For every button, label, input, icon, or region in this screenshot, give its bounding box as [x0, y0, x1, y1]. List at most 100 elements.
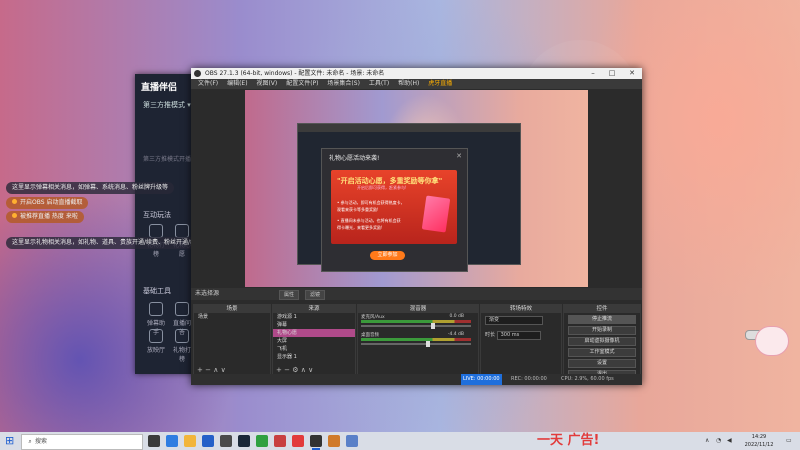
task-view-icon[interactable] [148, 435, 160, 447]
app-taskbar-icon[interactable] [346, 435, 358, 447]
source-toolbar: 未选择源 属性 滤镜 [191, 288, 642, 300]
virtual-camera-button[interactable]: 启动虚拟摄像机 [568, 337, 636, 346]
obs-logo-icon [194, 70, 201, 77]
taskbar-ad-banner[interactable]: 一天 广告! [537, 432, 689, 450]
taskbar-search[interactable]: ⌕ 搜索 [21, 434, 143, 450]
source-item[interactable]: 弹幕 [273, 321, 355, 329]
wechat-icon[interactable] [256, 435, 268, 447]
close-icon[interactable]: ✕ [625, 68, 639, 79]
settings-button[interactable]: 设置 [568, 359, 636, 368]
steam-icon[interactable] [238, 435, 250, 447]
transition-select[interactable]: 渐变 [485, 316, 543, 325]
banner-sub: 开启后即可获得，赶紧参与! [357, 185, 407, 190]
dot-icon [12, 199, 17, 204]
filters-button[interactable]: 滤镜 [305, 290, 326, 300]
menu-profile[interactable]: 配置文件(P) [286, 79, 318, 89]
search-icon: ⌕ [28, 438, 32, 445]
nested-titlebar [298, 124, 520, 132]
join-button[interactable]: 立即参加 [370, 251, 405, 260]
volume-meter [361, 338, 471, 341]
settings-app-icon[interactable] [220, 435, 232, 447]
menu-scene-collection[interactable]: 场景集合(S) [327, 79, 360, 89]
edge-icon[interactable] [166, 435, 178, 447]
scene-item[interactable]: 场景 [194, 313, 270, 321]
duration-input[interactable]: 300 ms [496, 331, 541, 340]
source-item[interactable]: 显示器 1 [273, 353, 355, 361]
volume-slider-handle[interactable] [431, 323, 435, 329]
menu-file[interactable]: 文件(F) [198, 79, 218, 89]
menu-view[interactable]: 视图(V) [256, 79, 277, 89]
windows-start-icon[interactable]: ⊞ [5, 435, 15, 446]
store-icon[interactable] [202, 435, 214, 447]
menu-tools[interactable]: 工具(T) [369, 79, 389, 89]
menu-huya[interactable]: 虎牙直播 [428, 79, 452, 89]
gear-icon[interactable]: ⚙ [292, 366, 298, 374]
menu-edit[interactable]: 编辑(E) [227, 79, 247, 89]
volume-slider[interactable] [361, 325, 471, 327]
network-icon[interactable]: ◔ [716, 437, 723, 444]
maximize-icon[interactable]: □ [605, 68, 619, 79]
source-item[interactable]: 大屏 [273, 337, 355, 345]
stop-stream-button[interactable]: 停止推流 [568, 315, 636, 324]
mode-faded-label: 第三方推模式开播 [143, 156, 192, 163]
transition-type-row: 渐变 [481, 313, 561, 328]
tool-home[interactable]: 礼物打榜 [171, 329, 193, 363]
section-basic: 基础工具 [143, 287, 171, 295]
huya-icon[interactable] [274, 435, 286, 447]
obs-window: OBS 27.1.3 (64-bit, windows) - 配置文件: 未命名… [191, 68, 642, 385]
add-icon[interactable]: + [197, 366, 203, 374]
transitions-header: 转场特效 [481, 305, 561, 313]
notice-recommend: 被推荐直播 热度 来啦 [6, 211, 84, 223]
studio-mode-button[interactable]: 工作室模式 [568, 348, 636, 357]
mixer-channel-mic: 麦克风/Aux 0.0 dB [358, 313, 478, 331]
banner-line: 观看来获卡等多重奖励! [337, 207, 379, 212]
taskbar-clock[interactable]: 14:29 2022/11/12 [738, 433, 780, 449]
folder-icon[interactable] [184, 435, 196, 447]
obs-taskbar-icon[interactable] [310, 435, 322, 450]
minimize-icon[interactable]: – [586, 68, 600, 79]
controls-dock: 控件 停止推流 开始录制 启动虚拟摄像机 工作室模式 设置 退出 [563, 304, 641, 379]
obs-titlebar[interactable]: OBS 27.1.3 (64-bit, windows) - 配置文件: 未命名… [191, 68, 642, 79]
banner-line: • 直播间未参与活动，也将有机会获 [337, 218, 401, 223]
app-taskbar-icon[interactable] [328, 435, 340, 447]
rec-status: REC: 00:00:00 [511, 376, 547, 382]
source-item[interactable]: 游戏源 1 [273, 313, 355, 321]
banner-line: 得卡曝光，来看更多奖励! [337, 225, 383, 230]
remove-icon[interactable]: − [205, 366, 211, 374]
remove-icon[interactable]: − [284, 366, 290, 374]
notice-danmu: 这里显示弹幕相关消息，如弹幕、系统消息、粉丝牌升级等 [6, 182, 175, 194]
sources-header: 来源 [273, 305, 355, 313]
tray-up-icon[interactable]: ∧ [705, 437, 712, 444]
start-record-button[interactable]: 开始录制 [568, 326, 636, 335]
menu-help[interactable]: 帮助(H) [398, 79, 419, 89]
gift-icon [175, 224, 189, 238]
bell-icon [149, 224, 163, 238]
add-icon[interactable]: + [276, 366, 282, 374]
notification-icon[interactable]: ▭ [786, 437, 793, 444]
mode-selector[interactable]: 第三方推模式 ▾ [143, 100, 191, 110]
source-item[interactable]: 飞机 [273, 345, 355, 353]
properties-button[interactable]: 属性 [279, 290, 300, 300]
mixer-channel-desktop: 桌面音频 -4.4 dB [358, 331, 478, 349]
volume-meter [361, 320, 471, 323]
down-icon[interactable]: ∨ [308, 366, 313, 374]
transition-duration-row: 时长 300 ms [481, 328, 561, 343]
window-title: OBS 27.1.3 (64-bit, windows) - 配置文件: 未命名… [205, 70, 385, 77]
volume-slider-handle[interactable] [426, 341, 430, 347]
companion-taskbar-icon[interactable] [292, 435, 304, 447]
gift-wish-dialog: 礼物心愿活动来袭! ✕ "开启活动心愿，多重奖励等你拿" 开启后即可获得，赶紧参… [321, 148, 468, 272]
volume-icon[interactable]: ◀ [727, 437, 734, 444]
mixer-header: 混音器 [358, 305, 478, 313]
down-icon[interactable]: ∨ [221, 366, 226, 374]
mascot-icon [755, 326, 789, 356]
obs-menubar: 文件(F) 编辑(E) 视图(V) 配置文件(P) 场景集合(S) 工具(T) … [191, 79, 642, 89]
up-icon[interactable]: ∧ [213, 366, 218, 374]
dialog-close-icon[interactable]: ✕ [456, 152, 462, 160]
mascot-small-icon [567, 230, 589, 244]
source-item-selected[interactable]: 礼物心愿 [273, 329, 355, 337]
cpu-status: CPU: 2.9%, 60.00 fps [561, 376, 614, 382]
volume-slider[interactable] [361, 343, 471, 345]
up-icon[interactable]: ∧ [301, 366, 306, 374]
tool-cinema[interactable]: 放映厅 [145, 329, 167, 354]
gift-cards-icon [421, 195, 451, 233]
